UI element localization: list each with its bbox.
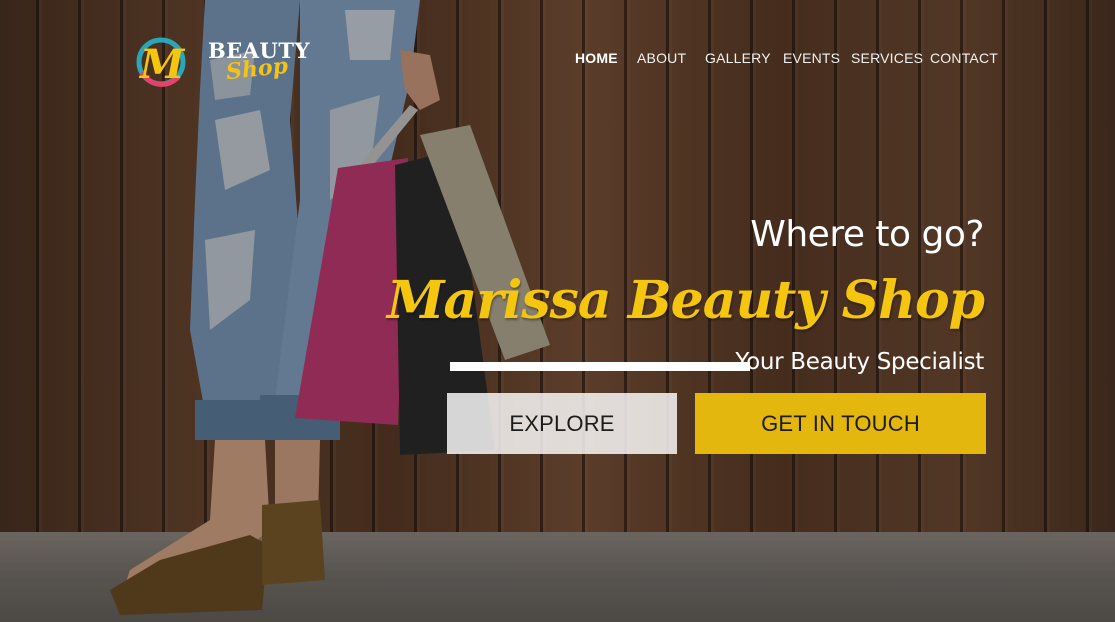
hero-question: Where to go? — [750, 214, 984, 255]
nav-services[interactable]: SERVICES — [851, 50, 923, 66]
hero-divider — [450, 362, 750, 371]
svg-text:M: M — [138, 41, 186, 88]
nav-gallery[interactable]: GALLERY — [705, 50, 771, 66]
monogram-logo-icon: M — [136, 37, 186, 88]
nav-contact[interactable]: CONTACT — [930, 50, 998, 66]
nav-about[interactable]: ABOUT — [637, 50, 686, 66]
main-navigation: HOME ABOUT GALLERY EVENTS SERVICES CONTA… — [560, 50, 998, 70]
get-in-touch-button[interactable]: GET IN TOUCH — [695, 393, 986, 454]
hero-shop-name: Marissa Beauty Shop — [386, 270, 985, 331]
brand-logo[interactable]: M BEAUTY Shop — [134, 34, 314, 94]
logo-script: Shop — [224, 52, 290, 86]
nav-events[interactable]: EVENTS — [783, 50, 840, 66]
explore-button[interactable]: EXPLORE — [447, 393, 677, 454]
nav-home[interactable]: HOME — [575, 50, 618, 66]
hero-tagline: Your Beauty Specialist — [735, 349, 984, 375]
